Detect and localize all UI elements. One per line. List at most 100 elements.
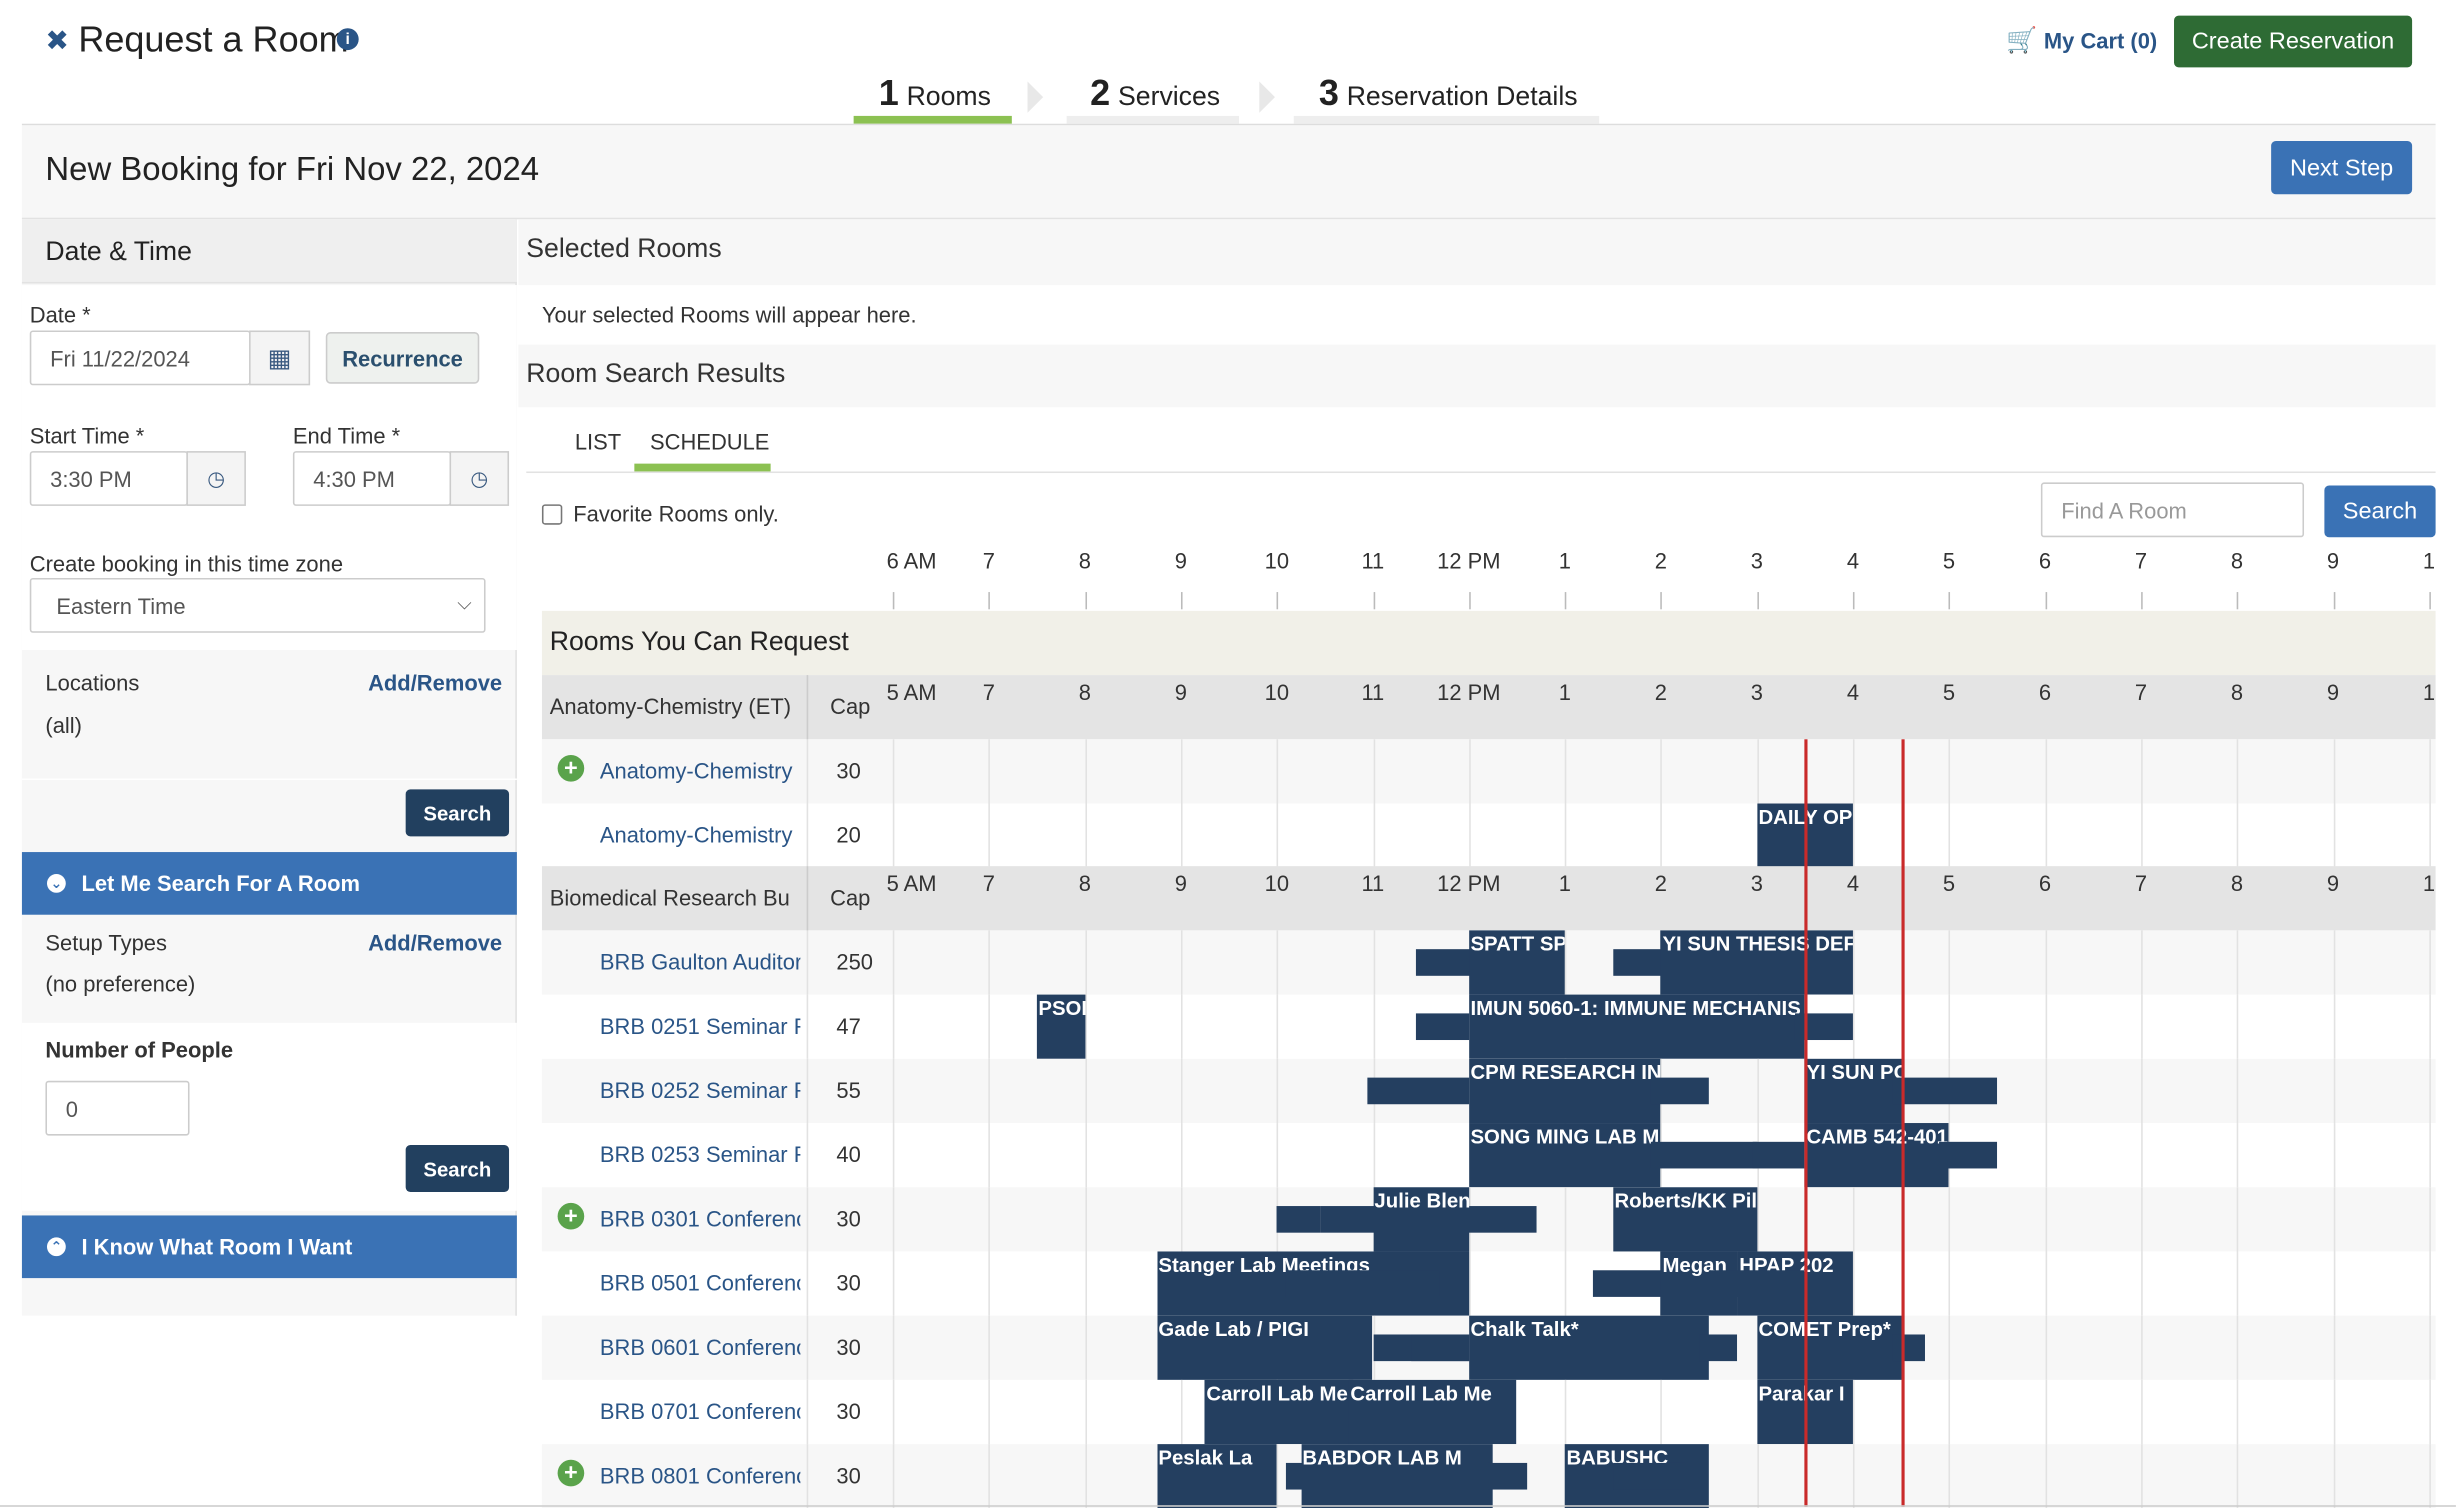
hour-gridline	[2044, 1123, 2047, 1188]
room-name-link[interactable]: BRB 0253 Seminar Room	[600, 1142, 800, 1167]
hour-gridline	[1084, 930, 1087, 995]
room-name-link[interactable]: BRB 0252 Seminar Room	[600, 1078, 800, 1103]
hour-gridline	[988, 930, 991, 995]
hour-gridline	[892, 1187, 895, 1252]
hour-gridline	[988, 1251, 991, 1316]
selection-end-line	[1900, 739, 1905, 1507]
hour-gridline	[1180, 1379, 1183, 1445]
room-capacity: 47	[836, 1013, 861, 1039]
hour-gridline	[1564, 1379, 1567, 1445]
event-setup-bar	[1411, 1334, 1469, 1362]
group-hour-label: 9	[2326, 679, 2340, 705]
hour-gridline	[1468, 739, 1471, 804]
hour-gridline	[1564, 739, 1567, 804]
hour-gridline	[988, 1058, 991, 1124]
hour-gridline	[2044, 930, 2047, 995]
column-divider	[806, 994, 809, 1059]
hour-gridline	[1468, 1251, 1471, 1316]
room-row[interactable]: Anatomy-Chemistry 20	[541, 803, 2436, 868]
event-setup-bar	[1939, 1141, 1997, 1169]
room-row[interactable]: BRB 0501 Conference Room 30	[541, 1251, 2436, 1316]
group-name: Biomedical Research Building	[549, 884, 791, 911]
hour-gridline	[1180, 739, 1183, 804]
hour-gridline	[1276, 1058, 1279, 1124]
event-block[interactable]: Carroll Lab Me	[1204, 1379, 1354, 1445]
add-room-icon[interactable]: +	[557, 1202, 585, 1230]
hour-gridline	[2236, 1444, 2239, 1508]
event-block[interactable]: Chalk Talk*	[1468, 1315, 1709, 1380]
event-block[interactable]: CAMB 542-401	[1804, 1123, 1949, 1188]
hour-gridline	[2140, 1379, 2143, 1445]
hour-gridline	[2429, 803, 2431, 868]
hour-gridline	[988, 994, 991, 1059]
page-bottom-border	[0, 1505, 2456, 1507]
group-hour-label: 2	[1654, 870, 1667, 896]
room-capacity: 30	[836, 1398, 861, 1424]
event-block[interactable]: IMUN 5060-1: IMMUNE MECHANIS	[1468, 994, 1805, 1059]
event-block[interactable]: SPATT SPI	[1468, 930, 1565, 995]
hour-tick-label: 2	[1654, 548, 1667, 574]
hour-tick-label: 8	[1078, 548, 1091, 574]
hour-gridline	[892, 1379, 895, 1445]
hour-gridline	[1372, 1123, 1375, 1188]
hour-gridline	[1276, 994, 1279, 1059]
hour-gridline	[2236, 930, 2239, 995]
event-setup-bar	[1752, 1141, 1805, 1169]
hour-gridline	[2140, 1123, 2143, 1188]
hour-gridline	[2044, 994, 2047, 1059]
hour-tick-label: 6	[2038, 548, 2052, 574]
room-name-link[interactable]: BRB 0601 Conference Room	[600, 1334, 800, 1359]
room-capacity: 30	[836, 1206, 861, 1232]
event-setup-bar	[1276, 1206, 1321, 1233]
add-room-icon[interactable]: +	[557, 1459, 585, 1487]
event-block[interactable]: SONG MING LAB M	[1468, 1123, 1661, 1188]
hour-gridline	[2236, 1315, 2239, 1380]
event-block[interactable]: BABDOR LAB M	[1300, 1444, 1493, 1508]
column-divider	[806, 1123, 809, 1188]
event-block[interactable]: Roberts/KK Pil	[1612, 1187, 1757, 1252]
hour-gridline	[2044, 1379, 2047, 1445]
event-setup-bar	[1651, 1077, 1709, 1105]
event-block[interactable]: Julie Blen	[1372, 1187, 1469, 1252]
hour-gridline	[1084, 1058, 1087, 1124]
room-row[interactable]: + Anatomy-Chemistry 30	[541, 739, 2436, 804]
event-block[interactable]: Gade Lab / PIGI	[1156, 1315, 1373, 1380]
room-name-link[interactable]: Anatomy-Chemistry	[600, 758, 800, 783]
hour-tick	[1948, 592, 1951, 610]
room-name-link[interactable]: BRB 0801 Conference Room	[600, 1463, 800, 1488]
add-room-icon[interactable]: +	[557, 754, 585, 782]
column-divider	[806, 866, 809, 931]
room-name-link[interactable]: BRB 0701 Conference Room	[600, 1399, 800, 1424]
room-name-link[interactable]: BRB Gaulton Auditorium	[600, 949, 800, 974]
event-block[interactable]: CPM RESEARCH IN	[1468, 1058, 1661, 1124]
event-block[interactable]: Peslak La	[1156, 1444, 1277, 1508]
hour-tick-label: 8	[2230, 548, 2244, 574]
group-hour-label: 7	[982, 679, 995, 705]
hour-tick	[1660, 592, 1663, 610]
hour-gridline	[1276, 1444, 1279, 1508]
room-name-link[interactable]: BRB 0251 Seminar Room	[600, 1013, 800, 1038]
room-capacity: 30	[836, 1270, 861, 1296]
room-name-link[interactable]: Anatomy-Chemistry	[600, 822, 800, 847]
hour-gridline	[1948, 1315, 1951, 1380]
hour-gridline	[2236, 994, 2239, 1059]
event-block[interactable]: YI SUN PO	[1804, 1058, 1901, 1124]
room-capacity: 30	[836, 1334, 861, 1360]
hour-gridline	[2429, 1315, 2431, 1380]
event-block[interactable]: COMET Prep*	[1756, 1315, 1901, 1380]
hour-gridline	[1756, 1058, 1759, 1124]
hour-gridline	[892, 803, 895, 868]
event-block[interactable]: YI SUN THESIS DEFE	[1660, 930, 1853, 995]
hour-tick	[2236, 592, 2239, 610]
hour-tick	[1276, 592, 1279, 610]
hour-gridline	[1084, 1187, 1087, 1252]
hour-tick-label: 12 PM	[1437, 548, 1501, 574]
room-name-link[interactable]: BRB 0301 Conference Room	[600, 1206, 800, 1231]
event-block[interactable]: PSOI	[1036, 994, 1085, 1059]
hour-gridline	[1276, 1123, 1279, 1188]
room-name-link[interactable]: BRB 0501 Conference Room	[600, 1270, 800, 1295]
hour-gridline	[1276, 803, 1279, 868]
event-block[interactable]: Carroll Lab Me	[1348, 1379, 1517, 1445]
group-hour-label: 11	[1361, 679, 1385, 705]
group-hour-label: 7	[982, 870, 995, 896]
